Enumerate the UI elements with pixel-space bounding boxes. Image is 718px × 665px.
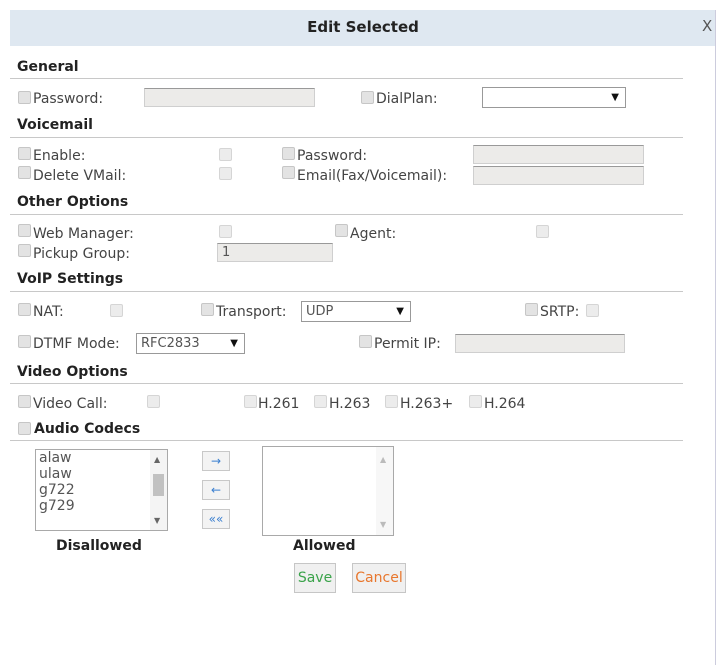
h261-label: H.261	[258, 396, 300, 412]
h263-checkbox[interactable]	[314, 395, 327, 408]
enable-checkbox[interactable]	[219, 148, 232, 161]
pickup-label: Pickup Group:	[33, 246, 130, 262]
email-input[interactable]	[473, 166, 644, 185]
dropdown-arrow-icon: ▼	[611, 92, 619, 103]
nat-checkbox[interactable]	[110, 304, 123, 317]
dialog-border	[715, 10, 716, 665]
transport-select[interactable]: UDP ▼	[301, 301, 411, 322]
video-call-toggle-checkbox[interactable]	[18, 395, 31, 408]
dtmf-mode-select[interactable]: RFC2833 ▼	[136, 333, 245, 354]
enable-label: Enable:	[33, 148, 86, 164]
video-call-checkbox[interactable]	[147, 395, 160, 408]
divider	[10, 78, 683, 79]
nat-toggle-checkbox[interactable]	[18, 303, 31, 316]
h263plus-checkbox[interactable]	[385, 395, 398, 408]
vm-password-label: Password:	[297, 148, 368, 164]
delete-vmail-checkbox[interactable]	[219, 167, 232, 180]
divider	[10, 137, 683, 138]
web-manager-checkbox[interactable]	[219, 225, 232, 238]
allowed-label: Allowed	[293, 538, 356, 554]
dtmf-selected-value: RFC2833	[141, 336, 200, 351]
delete-vmail-label: Delete VMail:	[33, 168, 127, 184]
section-video-heading: Video Options	[17, 364, 128, 380]
agent-checkbox[interactable]	[536, 225, 549, 238]
permit-ip-input[interactable]	[455, 334, 625, 353]
srtp-toggle-checkbox[interactable]	[525, 303, 538, 316]
vm-password-input[interactable]	[473, 145, 644, 164]
dialplan-toggle-checkbox[interactable]	[361, 91, 374, 104]
video-call-label: Video Call:	[33, 396, 108, 412]
email-toggle-checkbox[interactable]	[282, 166, 295, 179]
scroll-down-icon[interactable]: ▼	[380, 520, 386, 529]
email-label: Email(Fax/Voicemail):	[297, 168, 448, 184]
dialog-titlebar: Edit Selected	[10, 10, 716, 46]
web-manager-toggle-checkbox[interactable]	[18, 224, 31, 237]
codec-option[interactable]: alaw	[36, 450, 167, 466]
dtmf-toggle-checkbox[interactable]	[18, 335, 31, 348]
dropdown-arrow-icon: ▼	[230, 338, 238, 349]
pickup-toggle-checkbox[interactable]	[18, 244, 31, 257]
close-icon[interactable]: X	[702, 17, 712, 35]
h261-checkbox[interactable]	[244, 395, 257, 408]
list-scrollbar[interactable]: ▲ ▼	[376, 447, 393, 535]
h264-label: H.264	[484, 396, 526, 412]
dialplan-label: DialPlan:	[376, 91, 438, 107]
password-toggle-checkbox[interactable]	[18, 91, 31, 104]
agent-label: Agent:	[350, 226, 397, 242]
srtp-checkbox[interactable]	[586, 304, 599, 317]
move-all-left-button[interactable]: ««	[202, 509, 230, 529]
edit-selected-dialog: Edit Selected X General Password: DialPl…	[0, 0, 718, 665]
dialog-title: Edit Selected	[307, 18, 419, 36]
scroll-thumb[interactable]	[153, 474, 164, 496]
section-voip-heading: VoIP Settings	[17, 271, 124, 287]
move-right-button[interactable]: →	[202, 451, 230, 471]
h264-checkbox[interactable]	[469, 395, 482, 408]
h263plus-label: H.263+	[400, 396, 454, 412]
h263-label: H.263	[329, 396, 371, 412]
enable-toggle-checkbox[interactable]	[18, 147, 31, 160]
agent-toggle-checkbox[interactable]	[335, 224, 348, 237]
password-label: Password:	[33, 91, 104, 107]
allowed-codecs-list[interactable]: ▲ ▼	[262, 446, 394, 536]
cancel-button[interactable]: Cancel	[352, 563, 406, 593]
web-manager-label: Web Manager:	[33, 226, 134, 242]
disallowed-label: Disallowed	[56, 538, 142, 554]
section-voicemail-heading: Voicemail	[17, 117, 93, 133]
divider	[10, 440, 683, 441]
transport-label: Transport:	[216, 304, 287, 320]
codec-option[interactable]: ulaw	[36, 466, 167, 482]
permit-ip-label: Permit IP:	[374, 336, 441, 352]
scroll-up-icon[interactable]: ▲	[154, 455, 160, 464]
pickup-group-input[interactable]: 1	[217, 243, 333, 262]
divider	[10, 291, 683, 292]
permit-ip-toggle-checkbox[interactable]	[359, 335, 372, 348]
list-scrollbar[interactable]: ▲ ▼	[150, 450, 167, 530]
dtmf-label: DTMF Mode:	[33, 336, 120, 352]
save-button[interactable]: Save	[294, 563, 336, 593]
scroll-up-icon[interactable]: ▲	[380, 455, 386, 464]
scroll-down-icon[interactable]: ▼	[154, 516, 160, 525]
nat-label: NAT:	[33, 304, 64, 320]
codec-option[interactable]: g722	[36, 482, 167, 498]
move-left-button[interactable]: ←	[202, 480, 230, 500]
transport-selected-value: UDP	[306, 304, 334, 319]
section-audio-heading: Audio Codecs	[34, 421, 141, 437]
divider	[10, 383, 683, 384]
audio-codecs-toggle-checkbox[interactable]	[18, 422, 31, 435]
srtp-label: SRTP:	[540, 304, 580, 320]
disallowed-codecs-list[interactable]: alaw ulaw g722 g729 ▲ ▼	[35, 449, 168, 531]
delete-vmail-toggle-checkbox[interactable]	[18, 166, 31, 179]
dialplan-select[interactable]: ▼	[482, 87, 626, 108]
password-input[interactable]	[144, 88, 315, 107]
section-other-heading: Other Options	[17, 194, 129, 210]
dropdown-arrow-icon: ▼	[396, 306, 404, 317]
divider	[10, 214, 683, 215]
section-general-heading: General	[17, 59, 79, 75]
transport-toggle-checkbox[interactable]	[201, 303, 214, 316]
codec-option[interactable]: g729	[36, 498, 167, 514]
vm-password-toggle-checkbox[interactable]	[282, 147, 295, 160]
